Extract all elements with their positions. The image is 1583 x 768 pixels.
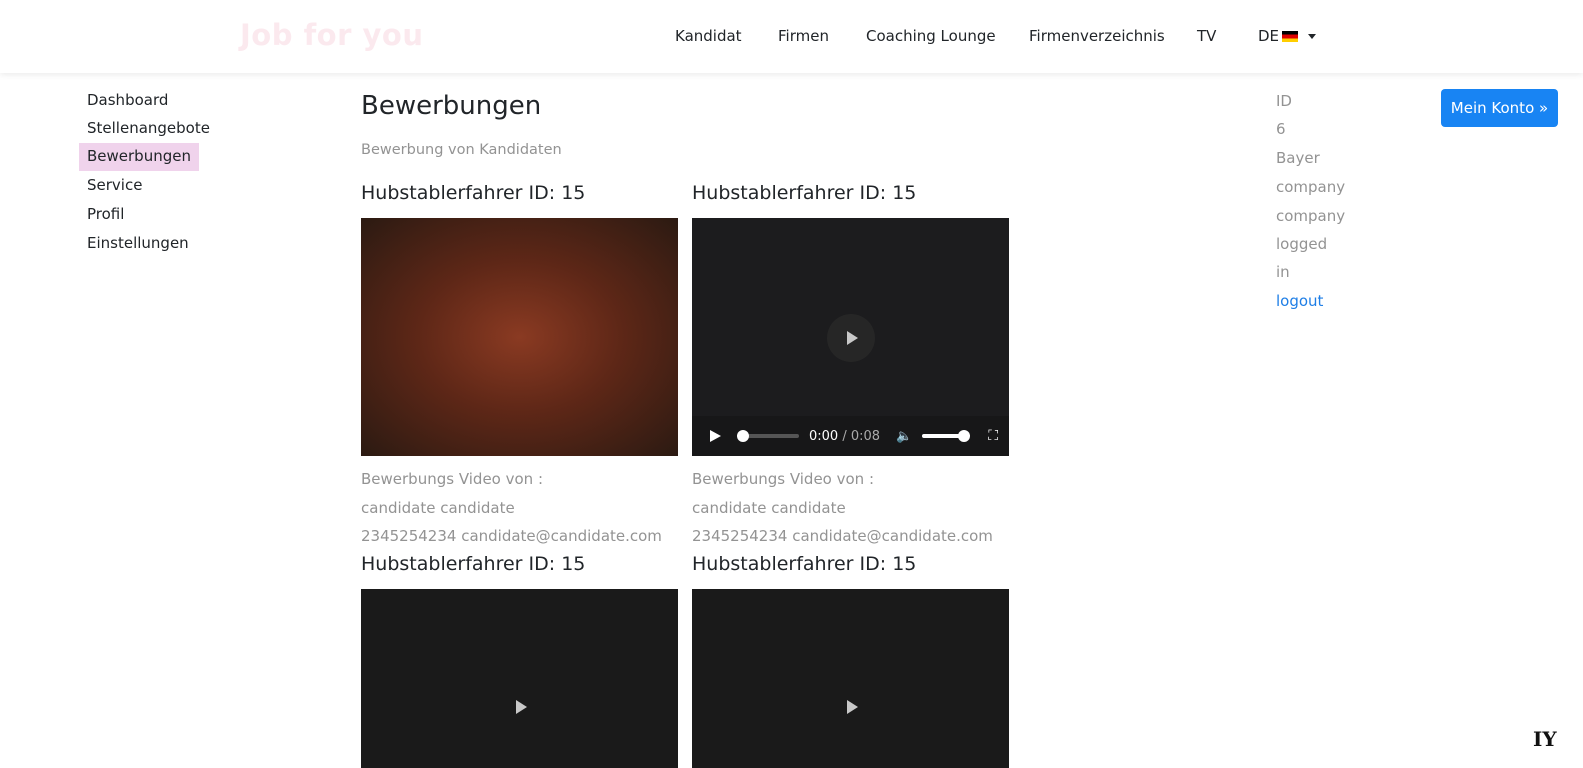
card-meta: Bewerbungs Video von : candidate candida… bbox=[692, 465, 993, 551]
info-role: company bbox=[1276, 207, 1346, 225]
play-icon bbox=[847, 331, 858, 345]
corner-logo: IY bbox=[1533, 727, 1557, 751]
candidate-name: candidate candidate bbox=[692, 498, 846, 517]
current-time: 0:00 bbox=[809, 428, 839, 444]
info-id-value: 6 bbox=[1276, 120, 1286, 138]
language-dropdown[interactable]: DE bbox=[1258, 27, 1317, 45]
info-status: logged bbox=[1276, 235, 1328, 253]
nav-tv[interactable]: TV bbox=[1197, 27, 1216, 45]
nav-firmen[interactable]: Firmen bbox=[778, 27, 829, 45]
play-overlay-button[interactable] bbox=[496, 683, 544, 731]
sidebar-item-bewerbungen[interactable]: Bewerbungen bbox=[79, 143, 199, 171]
fullscreen-icon[interactable]: ⛶ bbox=[988, 428, 998, 444]
meta-label: Bewerbungs Video von : bbox=[361, 470, 543, 488]
card-title: Hubstablerfahrer ID: 15 bbox=[361, 553, 586, 575]
nav-kandidat[interactable]: Kandidat bbox=[675, 27, 742, 45]
logout-link[interactable]: logout bbox=[1276, 292, 1323, 310]
sidebar-item-service[interactable]: Service bbox=[79, 172, 150, 200]
info-company-name: Bayer bbox=[1276, 149, 1320, 167]
language-label: DE bbox=[1258, 27, 1280, 45]
video-player[interactable] bbox=[361, 589, 678, 768]
volume-slider[interactable] bbox=[922, 430, 971, 442]
german-flag-icon bbox=[1282, 30, 1299, 42]
progress-handle[interactable] bbox=[737, 430, 749, 442]
sidebar-item-stellenangebote[interactable]: Stellenangebote bbox=[79, 115, 218, 143]
play-icon[interactable] bbox=[710, 430, 721, 442]
card-meta: Bewerbungs Video von : candidate candida… bbox=[361, 465, 662, 551]
page-subtitle: Bewerbung von Kandidaten bbox=[361, 142, 562, 158]
volume-handle[interactable] bbox=[958, 430, 971, 442]
candidate-name: candidate candidate bbox=[361, 498, 515, 517]
sidebar-item-einstellungen[interactable]: Einstellungen bbox=[79, 230, 197, 258]
sidebar-item-profil[interactable]: Profil bbox=[79, 201, 132, 229]
my-account-button[interactable]: Mein Konto » bbox=[1441, 89, 1558, 127]
nav-firmenverzeichnis[interactable]: Firmenverzeichnis bbox=[1029, 27, 1165, 45]
play-icon bbox=[847, 700, 858, 714]
time-display: 0:00 / 0:08 bbox=[809, 429, 880, 444]
brand-logo[interactable]: Job for you bbox=[240, 18, 423, 52]
page-title: Bewerbungen bbox=[361, 91, 542, 121]
video-player[interactable]: 0:00 / 0:08 🔈 ⛶ bbox=[692, 218, 1009, 456]
play-overlay-button[interactable] bbox=[827, 683, 875, 731]
top-navbar: Job for you Kandidat Firmen Coaching Lou… bbox=[0, 0, 1583, 73]
play-icon bbox=[516, 700, 527, 714]
candidate-contact: 2345254234 candidate@candidate.com bbox=[692, 527, 993, 545]
nav-coaching-lounge[interactable]: Coaching Lounge bbox=[866, 27, 996, 45]
video-controls: 0:00 / 0:08 🔈 ⛶ bbox=[692, 416, 1009, 456]
info-id-label: ID bbox=[1276, 92, 1292, 110]
video-player[interactable] bbox=[692, 589, 1009, 768]
volume-icon[interactable]: 🔈 bbox=[896, 429, 912, 444]
card-title: Hubstablerfahrer ID: 15 bbox=[361, 182, 586, 204]
progress-bar[interactable] bbox=[737, 430, 799, 442]
info-role: company bbox=[1276, 178, 1346, 196]
play-overlay-button[interactable] bbox=[827, 314, 875, 362]
candidate-contact: 2345254234 candidate@candidate.com bbox=[361, 527, 662, 545]
card-title: Hubstablerfahrer ID: 15 bbox=[692, 182, 917, 204]
info-status: in bbox=[1276, 263, 1290, 281]
duration: / 0:08 bbox=[842, 428, 881, 444]
sidebar-item-dashboard[interactable]: Dashboard bbox=[79, 87, 176, 115]
meta-label: Bewerbungs Video von : bbox=[692, 470, 874, 488]
card-title: Hubstablerfahrer ID: 15 bbox=[692, 553, 917, 575]
video-player[interactable] bbox=[361, 218, 678, 456]
caret-down-icon bbox=[1308, 33, 1317, 39]
